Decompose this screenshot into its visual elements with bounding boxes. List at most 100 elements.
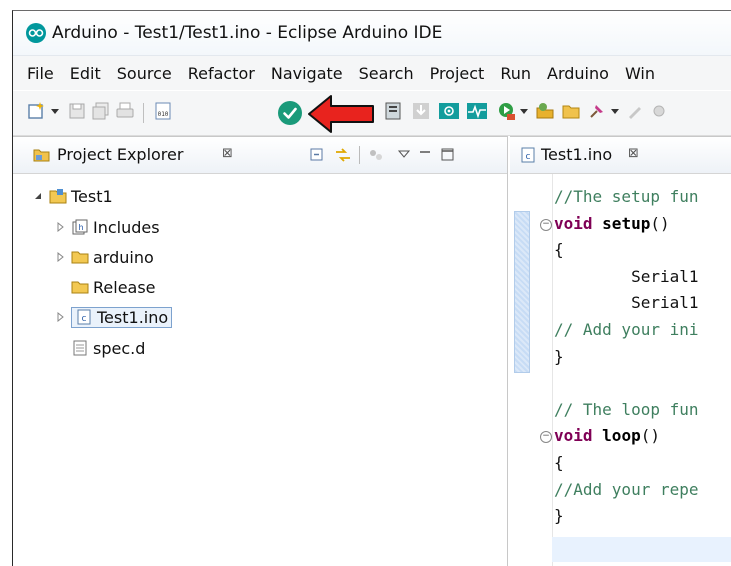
pin-dropdown-arrow-icon[interactable] [611, 109, 619, 114]
tree-item-release[interactable]: Release [71, 273, 156, 301]
change-marker [514, 211, 530, 373]
code-token: Serial1 [554, 266, 699, 286]
filter-icon[interactable] [367, 147, 385, 163]
tree-item-test1[interactable]: Test1 [33, 182, 113, 210]
tree-item-includes[interactable]: h Includes [55, 213, 160, 241]
code-token: loop [602, 426, 641, 446]
window-title: Arduino - Test1/Test1.ino - Eclipse Ardu… [52, 23, 443, 43]
print-icon[interactable] [115, 101, 135, 121]
code-token: void [554, 426, 593, 446]
maximize-icon[interactable] [441, 148, 454, 161]
new-dropdown-arrow-icon[interactable] [51, 109, 59, 114]
link-with-editor-icon[interactable] [333, 145, 353, 165]
collapsed-arrow-icon[interactable] [55, 312, 65, 322]
collapsed-arrow-icon[interactable] [55, 252, 65, 262]
menu-search[interactable]: Search [351, 64, 422, 83]
code-line[interactable]: // The loop fun [554, 397, 699, 423]
view-menu-icon[interactable] [398, 149, 410, 159]
code-token: //The setup fun [554, 187, 699, 206]
includes-icon: h [72, 219, 88, 235]
code-token: () [650, 213, 670, 233]
serial-monitor-icon[interactable] [439, 101, 459, 121]
tree-item-test1-ino[interactable]: c Test1.ino [55, 303, 173, 331]
code-token: Serial1 [554, 293, 699, 313]
menu-source[interactable]: Source [109, 64, 180, 83]
minimize-icon[interactable] [419, 149, 431, 159]
collapsed-arrow-icon[interactable] [55, 222, 65, 232]
toolbar-separator [143, 103, 144, 123]
edit-disabled-icon[interactable] [625, 101, 645, 121]
code-line[interactable]: { [554, 237, 564, 263]
pin-icon[interactable] [587, 101, 607, 121]
code-token: //Add your repe [554, 479, 699, 499]
code-line[interactable]: // Add your ini [554, 317, 699, 343]
code-token: { [554, 240, 564, 260]
binary-file-icon[interactable]: 010 [153, 101, 173, 121]
menu-window[interactable]: Win [617, 64, 663, 83]
toolbar: 010 [13, 91, 731, 136]
red-arrow-annotation-icon [308, 95, 374, 133]
open-folder-icon[interactable] [561, 101, 581, 121]
c-file-icon: c [77, 309, 91, 325]
serial-plotter-icon[interactable] [467, 101, 487, 121]
menu-bar: File Edit Source Refactor Navigate Searc… [13, 56, 731, 90]
upload-disabled-icon[interactable] [411, 101, 431, 121]
current-line-highlight [552, 537, 731, 562]
code-line[interactable]: { [554, 450, 564, 476]
svg-text:c: c [526, 152, 531, 162]
code-line[interactable]: } [554, 344, 564, 370]
code-line[interactable]: //Add your repe [554, 477, 699, 503]
arduino-logo-icon [26, 23, 46, 43]
title-bar: Arduino - Test1/Test1.ino - Eclipse Ardu… [13, 11, 731, 56]
menu-refactor[interactable]: Refactor [180, 64, 263, 83]
tree-label: arduino [93, 247, 154, 267]
expanded-arrow-icon[interactable] [33, 191, 43, 201]
tree-label: Includes [93, 217, 160, 237]
code-line[interactable]: void loop() [554, 423, 660, 449]
code-token: () [640, 426, 660, 446]
editor-tab-test1-ino[interactable]: c Test1.ino ⊠ [510, 137, 731, 174]
save-icon[interactable] [67, 101, 87, 121]
svg-text:c: c [82, 314, 87, 324]
close-tab-icon[interactable]: ⊠ [628, 146, 639, 161]
c-file-icon: c [521, 147, 535, 163]
menu-arduino[interactable]: Arduino [539, 64, 617, 83]
new-sketch-icon[interactable] [535, 101, 555, 121]
new-file-icon[interactable] [27, 101, 47, 121]
code-line[interactable]: //The setup fun [554, 184, 699, 210]
menu-project[interactable]: Project [422, 64, 493, 83]
fold-toggle-icon[interactable]: − [540, 431, 552, 444]
collapse-all-icon[interactable] [309, 147, 325, 163]
menu-edit[interactable]: Edit [62, 64, 109, 83]
menu-run[interactable]: Run [492, 64, 539, 83]
tree-item-arduino[interactable]: arduino [55, 243, 154, 271]
project-explorer-tab[interactable]: Project Explorer ⊠ [13, 137, 507, 174]
code-token: } [554, 506, 564, 526]
menu-navigate[interactable]: Navigate [263, 64, 351, 83]
svg-text:010: 010 [158, 111, 169, 118]
run-icon[interactable] [497, 101, 517, 121]
close-tab-icon[interactable]: ⊠ [222, 146, 233, 161]
menu-file[interactable]: File [13, 64, 62, 83]
gear-icon[interactable] [649, 101, 669, 121]
code-token: { [554, 453, 564, 472]
run-dropdown-arrow-icon[interactable] [520, 109, 528, 114]
upload-sketch-icon[interactable] [383, 101, 403, 121]
code-line[interactable]: } [554, 503, 564, 529]
editor-gutter-line [552, 174, 553, 566]
save-all-icon[interactable] [91, 101, 111, 121]
selected-item-highlight[interactable]: c Test1.ino [71, 306, 173, 328]
project-explorer-icon [33, 149, 50, 162]
tree-item-spec-d[interactable]: spec.d [71, 334, 145, 362]
code-token: // The loop fun [554, 399, 699, 419]
fold-toggle-icon[interactable]: − [540, 218, 552, 231]
code-token: setup [602, 213, 651, 233]
code-line[interactable]: void setup() [554, 211, 670, 237]
code-token: // Add your ini [554, 320, 699, 339]
code-line[interactable]: Serial1 [554, 264, 699, 290]
code-editor[interactable]: c Test1.ino ⊠ //The setup fun − void setup… [510, 136, 731, 566]
code-line[interactable]: Serial1 [554, 290, 699, 316]
verify-button[interactable] [277, 100, 303, 126]
